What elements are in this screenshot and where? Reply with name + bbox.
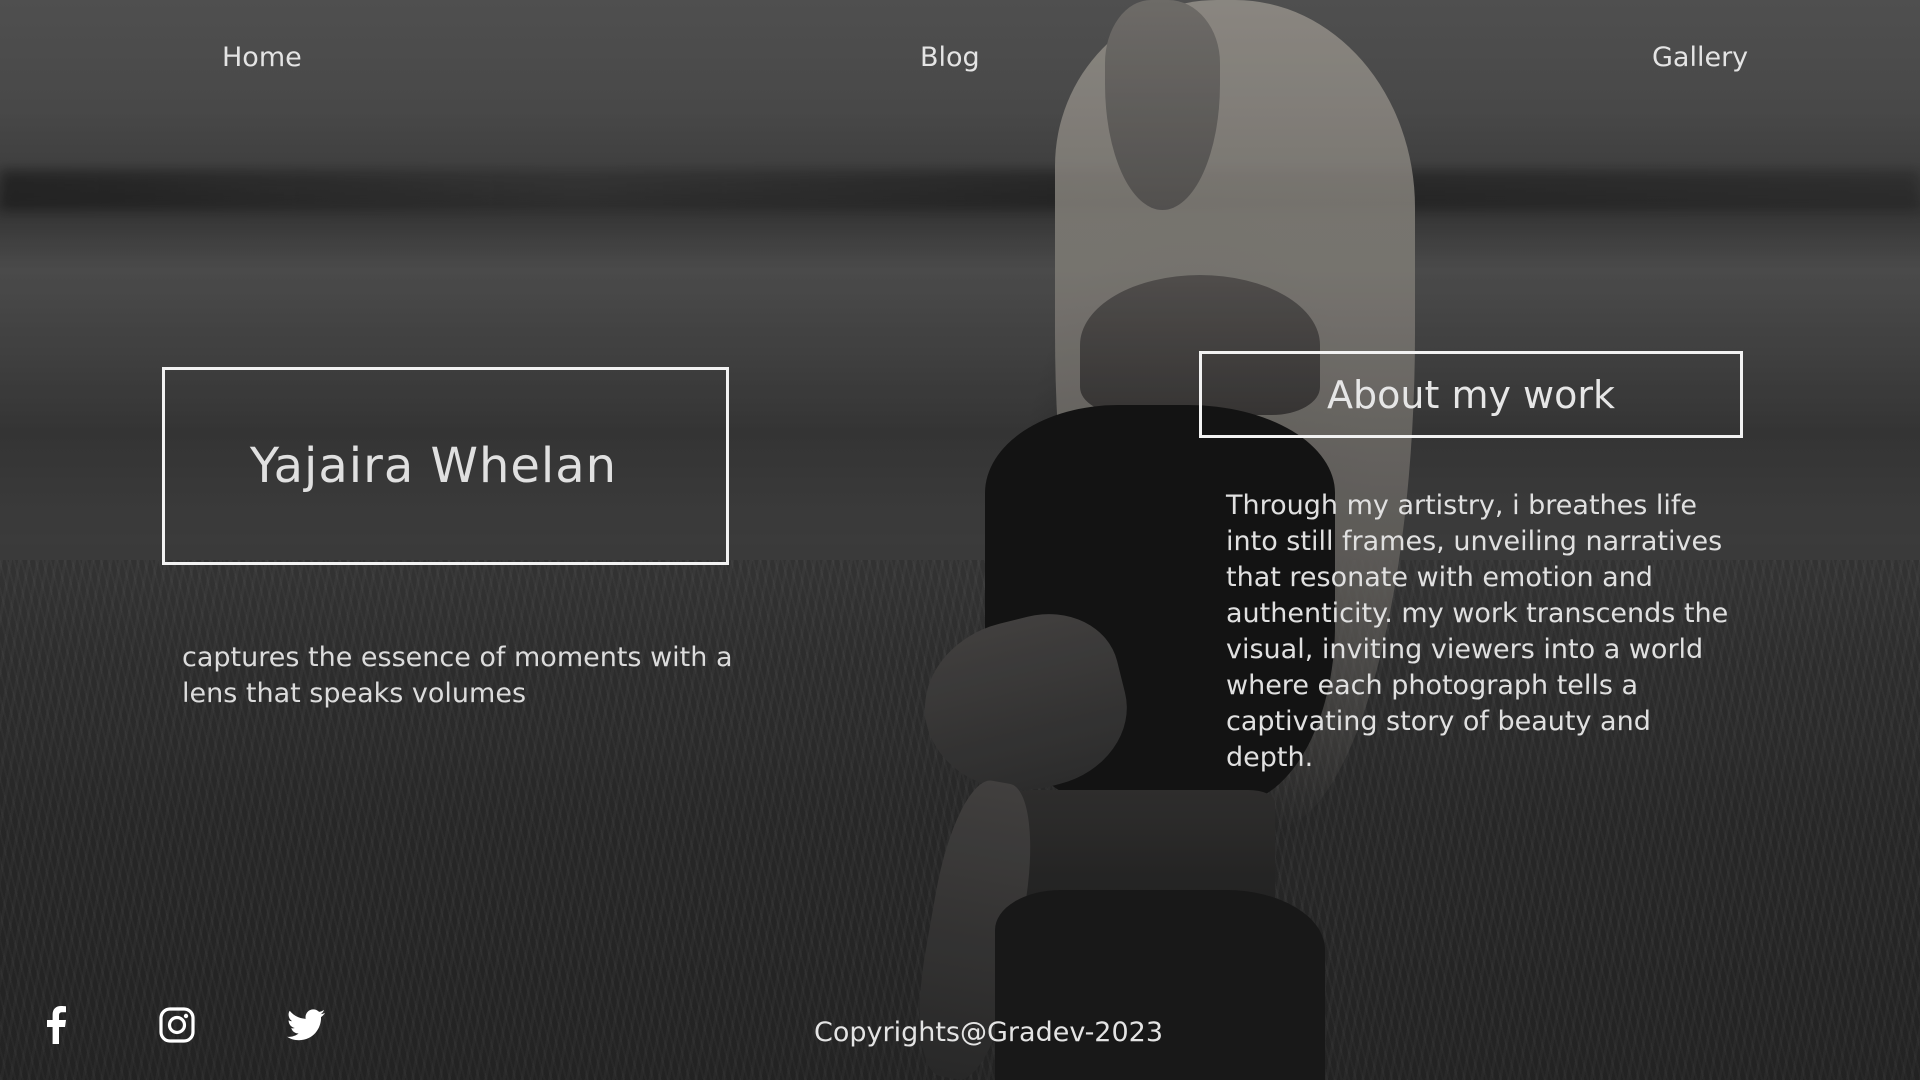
about-box: About my work — [1199, 351, 1743, 438]
page-title: Yajaira Whelan — [249, 438, 618, 494]
nav-link-blog[interactable]: Blog — [920, 40, 980, 76]
name-box: Yajaira Whelan — [162, 367, 729, 565]
instagram-icon[interactable] — [157, 1005, 197, 1045]
twitter-icon-glyph — [287, 1009, 325, 1041]
about-heading: About my work — [1327, 372, 1615, 417]
twitter-icon[interactable] — [286, 1005, 326, 1045]
nav-link-gallery[interactable]: Gallery — [1652, 40, 1748, 76]
hero-tagline: captures the essence of moments with a l… — [182, 642, 733, 709]
facebook-icon-glyph — [47, 1006, 66, 1044]
nav-link-home[interactable]: Home — [222, 40, 302, 76]
facebook-icon[interactable] — [36, 1005, 76, 1045]
copyright-text: Copyrights@Gradev-2023 — [814, 1017, 1164, 1048]
page-root: Home Blog Gallery Yajaira Whelan capture… — [0, 0, 1920, 1080]
instagram-icon-glyph — [159, 1007, 195, 1043]
about-body: Through my artistry, i breathes life int… — [1226, 490, 1729, 773]
